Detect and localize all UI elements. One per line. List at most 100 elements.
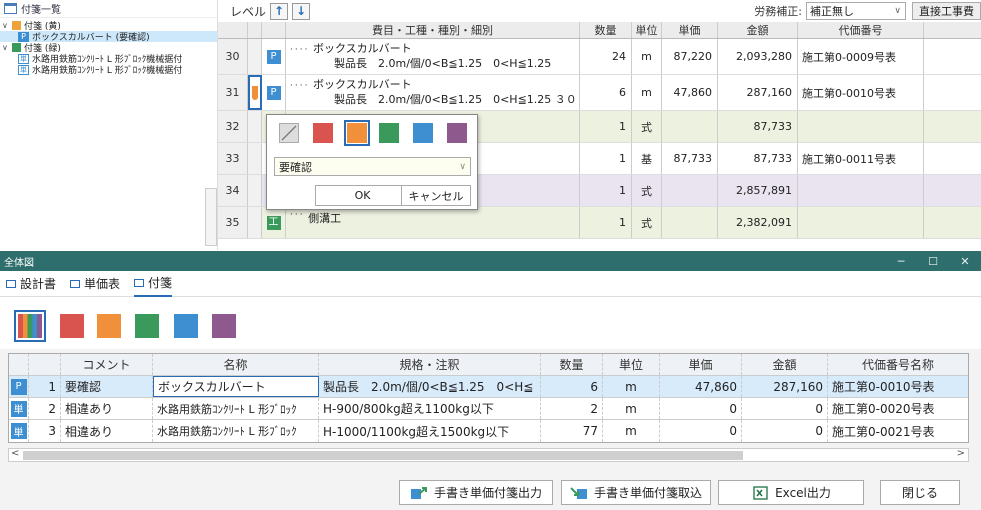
row-number: 1	[29, 376, 61, 397]
tree-node-green[interactable]: ∨ 付箋 (緑)	[0, 42, 217, 54]
amount-cell: 287,160	[742, 376, 828, 397]
sticky-note-table: コメント 名称 規格・注釈 数量 単位 単価 金額 代価番号名称 P 1 要確認…	[8, 353, 969, 443]
indent-dots: ····	[290, 81, 310, 91]
blue-filter-swatch[interactable]	[174, 314, 198, 338]
maximize-icon[interactable]: ☐	[917, 255, 949, 268]
table-row[interactable]: 単 2 相違あり 水路用鉄筋ｺﾝｸﾘｰﾄ L 形ﾌﾞﾛｯｸ H-900/800k…	[9, 398, 968, 420]
item-name-cell: ··· 側溝工	[286, 207, 580, 238]
tab-icon	[70, 279, 81, 288]
p-badge-icon: P	[18, 31, 29, 42]
type-cell: 単	[9, 398, 29, 419]
purple-filter-swatch[interactable]	[212, 314, 236, 338]
price-cell	[662, 207, 718, 238]
grid-header-cell: 単位	[632, 22, 662, 38]
grid-header-cell	[218, 22, 248, 38]
labor-correction-select[interactable]: 補正無し ∨	[806, 2, 906, 20]
sticky-marker-cell[interactable]	[248, 75, 262, 110]
minimize-icon[interactable]: ─	[885, 255, 917, 268]
export-handwritten-price-button[interactable]: 手書き単価付箋出力	[399, 480, 553, 505]
p-badge-icon: P	[266, 85, 281, 100]
import-handwritten-price-button[interactable]: 手書き単価付箋取込	[561, 480, 711, 505]
no-color-swatch[interactable]	[279, 123, 299, 143]
empty-cell	[924, 75, 981, 110]
unit-price-icon: 単	[10, 423, 27, 439]
sticky-marker-cell[interactable]	[248, 175, 262, 206]
empty-cell	[924, 39, 981, 74]
excel-icon	[751, 485, 769, 500]
scroll-left-icon[interactable]: <	[11, 448, 19, 459]
col-header: 規格・注釈	[319, 354, 541, 375]
window-title: 全体図	[4, 257, 34, 269]
tree-node-l-block-1[interactable]: 単水路用鉄筋ｺﾝｸﾘｰﾄ L 形ﾌﾞﾛｯｸ機械据付	[0, 53, 217, 64]
close-icon[interactable]: ✕	[949, 255, 981, 268]
tree-node-yellow[interactable]: ∨ 付箋 (黄)	[0, 20, 217, 32]
level-up-button[interactable]: ↑	[270, 2, 289, 20]
grid-row[interactable]: 30 P ···· ボックスカルバート 製品長 2.0m/個/0<B≦1.25 0…	[218, 39, 981, 75]
sticky-marker-cell[interactable]	[248, 111, 262, 142]
scrollbar-thumb[interactable]	[23, 451, 743, 460]
labor-correction-label: 労務補正:	[754, 5, 802, 18]
red-swatch[interactable]	[313, 123, 333, 143]
col-header	[9, 354, 29, 375]
sticky-marker-cell[interactable]	[248, 207, 262, 238]
cancel-button[interactable]: キャンセル	[401, 185, 471, 206]
sticky-marker-cell[interactable]	[248, 39, 262, 74]
spec-cell: 製品長 2.0m/個/0<B≦1.25 0<H≦	[319, 376, 541, 397]
orange-filter-swatch[interactable]	[97, 314, 121, 338]
item-name: ボックスカルバート	[312, 78, 412, 91]
horizontal-scrollbar[interactable]: < >	[8, 448, 969, 462]
comment-cell: 要確認	[61, 376, 153, 397]
sticky-note-popup: 要確認 ∨ OK キャンセル	[266, 114, 478, 210]
tab-icon	[134, 278, 145, 287]
grid-row[interactable]: 31 P ···· ボックスカルバート 製品長 2.0m/個/0<B≦1.25 0…	[218, 75, 981, 111]
unit-cell: m	[632, 39, 662, 74]
name-cell[interactable]: ボックスカルバート	[153, 376, 319, 397]
ok-button[interactable]: OK	[315, 185, 410, 206]
col-header: 代価番号名称	[861, 358, 934, 372]
direct-cost-button[interactable]: 直接工事費	[912, 2, 981, 20]
grid-header-cell	[262, 22, 286, 38]
orange-swatch-selected[interactable]	[344, 120, 370, 146]
tree-node-box-culvert[interactable]: P ボックスカルバート (要確認)	[0, 31, 217, 42]
tab-icon	[6, 279, 16, 288]
level-down-button[interactable]: ↓	[292, 2, 311, 20]
code-cell: 施工第0-0011号表	[798, 143, 924, 174]
scroll-right-icon[interactable]: >	[957, 448, 965, 459]
grid-header-cell: 単価	[662, 22, 718, 38]
green-swatch[interactable]	[379, 123, 399, 143]
qty-cell: 1	[580, 111, 632, 142]
tree-node-label: 付箋 (黄)	[24, 22, 61, 31]
spec-cell: H-900/800kg超え1100kg以下	[319, 398, 541, 419]
tab-unit-price[interactable]: 単価表	[70, 271, 120, 297]
excel-export-button[interactable]: Excel出力	[718, 480, 864, 505]
unit-cell: 式	[632, 207, 662, 238]
amount-cell: 0	[742, 398, 828, 419]
all-colors-swatch[interactable]	[14, 310, 46, 342]
code-cell	[798, 111, 924, 142]
tree-node-label: 水路用鉄筋ｺﾝｸﾘｰﾄ L 形ﾌﾞﾛｯｸ機械据付	[32, 66, 183, 75]
col-header: 金額	[742, 354, 828, 375]
comment-select[interactable]: 要確認 ∨	[274, 157, 471, 176]
unit-cell: 式	[632, 175, 662, 206]
close-button[interactable]: 閉じる	[880, 480, 960, 505]
expand-icon[interactable]: ∨	[2, 21, 12, 31]
tree-node-label: 付箋 (緑)	[24, 44, 61, 53]
tab-design-doc[interactable]: 設計書	[6, 271, 56, 297]
table-row[interactable]: 単 3 相違あり 水路用鉄筋ｺﾝｸﾘｰﾄ L 形ﾌﾞﾛｯｸ H-1000/110…	[9, 420, 968, 442]
table-row[interactable]: P 1 要確認 ボックスカルバート 製品長 2.0m/個/0<B≦1.25 0<…	[9, 376, 968, 398]
sticky-note-tree-panel: 付箋一覧 ∨ 付箋 (黄) P ボックスカルバート (要確認) ∨ 付箋 (緑) 単水…	[0, 0, 218, 250]
grid-header-cell	[248, 22, 262, 38]
expand-icon[interactable]: ∨	[2, 43, 12, 53]
sticky-marker-cell[interactable]	[248, 143, 262, 174]
red-filter-swatch[interactable]	[60, 314, 84, 338]
tab-sticky-notes[interactable]: 付箋	[134, 271, 173, 297]
grid-row[interactable]: 35 工 ··· 側溝工 1 式 2,382,091	[218, 207, 981, 239]
green-filter-swatch[interactable]	[135, 314, 159, 338]
blue-swatch[interactable]	[413, 123, 433, 143]
tree-scrollbar[interactable]	[205, 188, 217, 246]
row-number: 31	[218, 75, 248, 110]
tree-node-l-block-2[interactable]: 単水路用鉄筋ｺﾝｸﾘｰﾄ L 形ﾌﾞﾛｯｸ機械据付	[0, 64, 217, 75]
unit-price-icon: 単	[18, 53, 29, 64]
purple-swatch[interactable]	[447, 123, 467, 143]
grid-header: 費目・工種・種別・細別 数量 単位 単価 金額 代価番号	[218, 22, 981, 39]
